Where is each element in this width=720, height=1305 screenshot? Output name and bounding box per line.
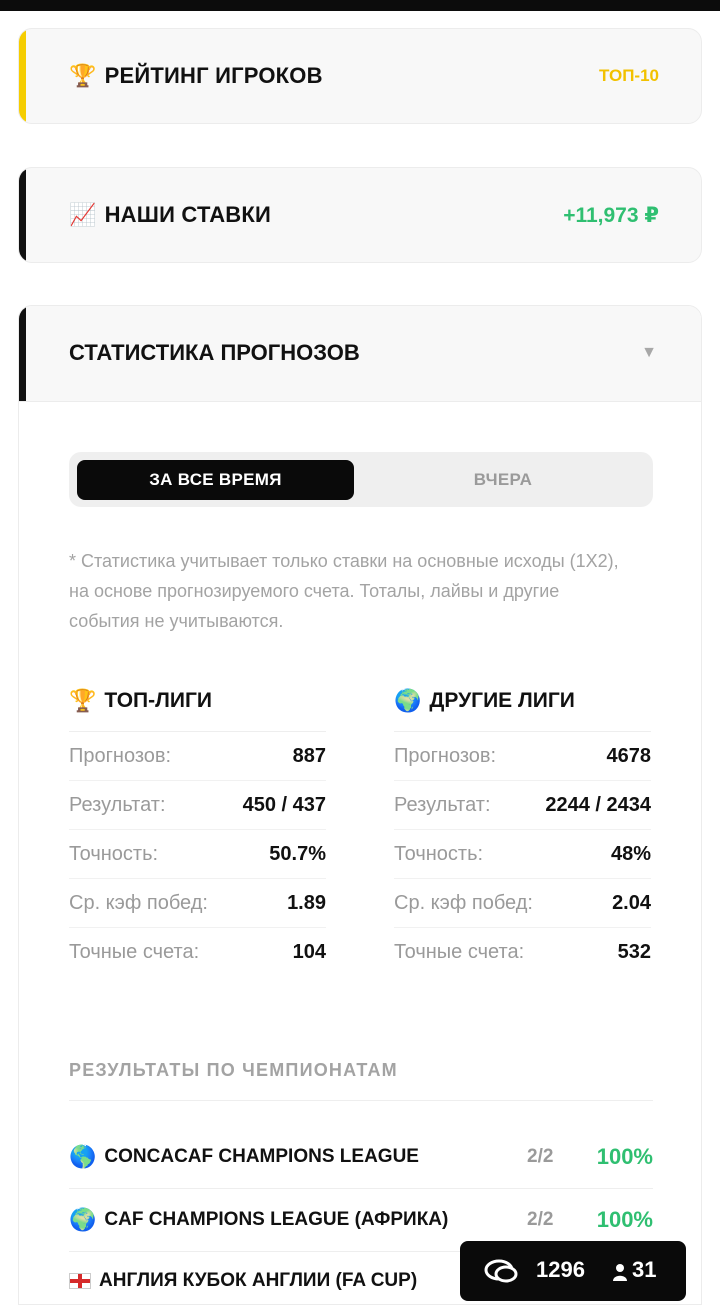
stat-value: 4678	[606, 744, 652, 767]
player-rating-card[interactable]: 🏆 РЕЙТИНГ ИГРОКОВ ТОП-10	[18, 28, 702, 124]
stat-row: Ср. кэф побед: 2.04	[394, 879, 651, 928]
stat-label: Результат:	[394, 793, 491, 816]
top-leagues-label: ТОП-ЛИГИ	[104, 689, 212, 712]
stat-value: 2244 / 2434	[545, 793, 651, 816]
stat-row: Точность: 50.7%	[69, 830, 326, 879]
period-switch: ЗА ВСЕ ВРЕМЯ ВЧЕРА	[69, 452, 653, 507]
stat-label: Ср. кэф побед:	[69, 891, 208, 914]
forecast-stats-header[interactable]: СТАТИСТИКА ПРОГНОЗОВ ▼	[19, 306, 701, 402]
stat-row: Точные счета: 532	[394, 928, 651, 976]
player-rating-label: РЕЙТИНГ ИГРОКОВ	[104, 63, 323, 88]
stat-label: Результат:	[69, 793, 166, 816]
stat-value: 104	[292, 940, 326, 963]
championship-label: АНГЛИЯ КУБОК АНГЛИИ (FA CUP)	[99, 1270, 418, 1291]
chevron-down-icon[interactable]: ▼	[641, 344, 657, 362]
stat-label: Точные счета:	[69, 940, 200, 963]
user-icon	[613, 1264, 627, 1281]
championship-label: CAF CHAMPIONS LEAGUE (АФРИКА)	[104, 1209, 449, 1230]
tab-yesterday[interactable]: ВЧЕРА	[361, 460, 645, 500]
england-flag-icon	[69, 1273, 91, 1289]
stat-value: 48%	[610, 842, 651, 865]
stat-value: 1.89	[287, 891, 326, 914]
globe-americas-icon: 🌎	[69, 1144, 97, 1170]
stat-value: 887	[292, 744, 326, 767]
other-leagues-title: 🌍 ДРУГИЕ ЛИГИ	[394, 689, 651, 732]
top-status-bar	[0, 0, 720, 11]
stats-disclaimer: * Статистика учитывает только ставки на …	[69, 551, 619, 631]
bets-profit-value: +11,973 ₽	[563, 203, 659, 227]
online-users-count: 31	[632, 1257, 657, 1282]
stat-label: Точность:	[394, 842, 484, 865]
globe-icon: 🌍	[394, 689, 422, 714]
chat-message-count: 1296	[536, 1257, 585, 1282]
other-leagues-column: 🌍 ДРУГИЕ ЛИГИ Прогнозов: 4678 Результат:…	[394, 689, 651, 976]
stat-label: Ср. кэф побед:	[394, 891, 533, 914]
forecast-stats-card: СТАТИСТИКА ПРОГНОЗОВ ▼ ЗА ВСЕ ВРЕМЯ ВЧЕР…	[18, 305, 702, 1305]
our-bets-card[interactable]: 📈 НАШИ СТАВКИ +11,973 ₽	[18, 167, 702, 263]
championship-results-title: РЕЗУЛЬТАТЫ ПО ЧЕМПИОНАТАМ	[69, 1060, 653, 1101]
stat-row: Ср. кэф побед: 1.89	[69, 879, 326, 928]
stat-row: Результат: 450 / 437	[69, 781, 326, 830]
stat-row: Результат: 2244 / 2434	[394, 781, 651, 830]
forecast-stats-title: СТАТИСТИКА ПРОГНОЗОВ	[69, 340, 360, 365]
chart-up-icon: 📈	[69, 202, 97, 228]
stat-value: 2.04	[612, 891, 651, 914]
top-10-badge[interactable]: ТОП-10	[599, 66, 659, 86]
championship-name: 🌍 CAF CHAMPIONS LEAGUE (АФРИКА)	[69, 1208, 527, 1233]
stat-value: 50.7%	[269, 842, 326, 865]
stat-label: Точность:	[69, 842, 159, 865]
championship-percent: 100%	[596, 1207, 653, 1232]
trophy-icon: 🏆	[69, 689, 97, 714]
stat-row: Точность: 48%	[394, 830, 651, 879]
stat-value: 532	[617, 940, 651, 963]
other-leagues-label: ДРУГИЕ ЛИГИ	[429, 689, 575, 712]
chat-widget[interactable]: 1296 31	[460, 1241, 686, 1301]
trophy-icon: 🏆	[69, 63, 97, 89]
championship-name: 🌎 CONCACAF CHAMPIONS LEAGUE	[69, 1145, 527, 1170]
top-leagues-column: 🏆 ТОП-ЛИГИ Прогнозов: 887 Результат: 450…	[69, 689, 326, 976]
stat-row: Точные счета: 104	[69, 928, 326, 976]
our-bets-label: НАШИ СТАВКИ	[104, 202, 272, 227]
stat-label: Точные счета:	[394, 940, 525, 963]
championship-score: 2/2	[527, 1209, 554, 1230]
championship-score: 2/2	[527, 1146, 554, 1167]
chat-bubbles-icon	[484, 1259, 518, 1283]
stat-label: Прогнозов:	[394, 744, 497, 767]
card-accent	[19, 306, 26, 401]
player-rating-title: 🏆 РЕЙТИНГ ИГРОКОВ	[69, 63, 323, 89]
stat-label: Прогнозов:	[69, 744, 172, 767]
top-leagues-title: 🏆 ТОП-ЛИГИ	[69, 689, 326, 732]
stat-row: Прогнозов: 4678	[394, 732, 651, 781]
championship-label: CONCACAF CHAMPIONS LEAGUE	[104, 1146, 419, 1167]
championship-percent: 100%	[596, 1144, 653, 1169]
globe-africa-icon: 🌍	[69, 1207, 97, 1233]
tab-all-time[interactable]: ЗА ВСЕ ВРЕМЯ	[77, 460, 354, 500]
our-bets-title: 📈 НАШИ СТАВКИ	[69, 202, 271, 228]
stat-value: 450 / 437	[242, 793, 326, 816]
stat-row: Прогнозов: 887	[69, 732, 326, 781]
championship-row[interactable]: 🌎 CONCACAF CHAMPIONS LEAGUE 2/2 100%	[69, 1126, 653, 1189]
